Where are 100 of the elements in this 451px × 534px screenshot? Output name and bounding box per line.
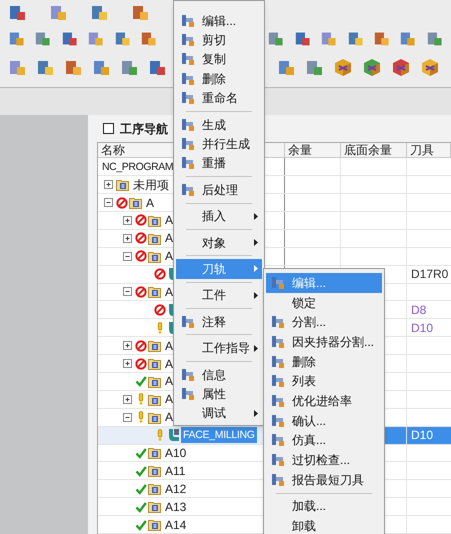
- menu-item[interactable]: 重播: [176, 154, 262, 174]
- tool-icon: [181, 91, 195, 106]
- tool-icon: [181, 137, 195, 152]
- menu-item[interactable]: 工作指导: [176, 338, 262, 358]
- tree-toggle[interactable]: [123, 252, 132, 261]
- tool-icon: [181, 156, 195, 170]
- column-header[interactable]: 刀具: [407, 143, 451, 158]
- tool-icon: [181, 14, 195, 28]
- menu-item[interactable]: 注释: [176, 312, 262, 332]
- menu-item[interactable]: 属性: [176, 384, 262, 404]
- menu-item[interactable]: 调试: [176, 404, 262, 424]
- tool-icon: [181, 33, 195, 48]
- tree-toggle[interactable]: [123, 412, 132, 422]
- cube-icon[interactable]: [362, 58, 382, 76]
- tree-item-label[interactable]: NC_PROGRAM: [100, 158, 176, 175]
- toolbar-icon[interactable]: [49, 3, 68, 22]
- tree-item-label[interactable]: A: [163, 230, 176, 246]
- tool-icon: [271, 394, 285, 408]
- folder-icon: [148, 446, 161, 460]
- tool-name: D8: [411, 302, 426, 319]
- tree-item-label[interactable]: A: [163, 248, 176, 264]
- menu-item[interactable]: 删除: [266, 352, 382, 372]
- menu-item[interactable]: 锁定: [266, 292, 382, 312]
- panel-title: 工序导航: [120, 120, 168, 138]
- menu-item[interactable]: 列表: [266, 371, 382, 392]
- tool-icon: [271, 453, 285, 468]
- menu-item[interactable]: 重命名: [176, 88, 262, 108]
- column-header[interactable]: 底面余量: [341, 143, 407, 158]
- folder-icon: [148, 357, 161, 370]
- tree-item-label[interactable]: A: [163, 409, 176, 426]
- toolbar-icon[interactable]: [131, 3, 150, 22]
- cube-icon[interactable]: [333, 58, 353, 76]
- menu-item[interactable]: 编辑...: [176, 11, 262, 30]
- menu-item[interactable]: 对象: [176, 232, 262, 252]
- cube-icon[interactable]: [391, 58, 411, 76]
- tree-item-label[interactable]: A: [163, 373, 176, 390]
- folder-icon: [148, 232, 161, 245]
- tree-toggle[interactable]: [104, 198, 113, 208]
- menu-item[interactable]: 加载...: [266, 496, 382, 516]
- tool-icon: [181, 52, 195, 66]
- menu-item[interactable]: 生成: [176, 114, 262, 134]
- tool-icon: [181, 118, 195, 132]
- menu-item[interactable]: 复制: [176, 50, 262, 70]
- folder-icon: [148, 464, 161, 478]
- tool-icon: [181, 72, 195, 86]
- tool-icon: [271, 414, 285, 428]
- tool-icon: [271, 433, 285, 448]
- panel-toggle-icon[interactable]: [103, 123, 114, 134]
- menu-item[interactable]: 确认...: [266, 410, 382, 430]
- tree-toggle[interactable]: [123, 341, 132, 350]
- folder-icon: [148, 285, 161, 298]
- tree-toggle[interactable]: [123, 216, 132, 225]
- tree-item-label[interactable]: A: [144, 194, 156, 211]
- column-header[interactable]: 余量: [285, 143, 341, 158]
- menu-item[interactable]: 插入: [176, 206, 262, 226]
- tree-toggle[interactable]: [123, 394, 132, 404]
- menu-item[interactable]: 删除: [176, 69, 262, 89]
- menu-item[interactable]: 并行生成: [176, 134, 262, 154]
- menu-item[interactable]: 后处理: [176, 180, 262, 200]
- folder-icon: [116, 178, 129, 192]
- menu-item[interactable]: 分割...: [266, 312, 382, 332]
- tree-item-label[interactable]: A11: [163, 462, 188, 479]
- tree-item-label[interactable]: A: [163, 284, 176, 300]
- toolbar-icon[interactable]: [90, 3, 109, 22]
- tree-toggle[interactable]: [123, 359, 132, 368]
- tool-icon: [271, 374, 285, 388]
- menu-item[interactable]: 信息: [176, 364, 262, 384]
- tree-item-label[interactable]: A: [163, 338, 176, 354]
- menu-item[interactable]: 工件: [176, 286, 262, 306]
- tree-item-label[interactable]: A12: [163, 480, 188, 497]
- tree-toggle[interactable]: [123, 234, 132, 243]
- tool-icon: [181, 386, 195, 401]
- toolbar-icon[interactable]: [8, 3, 27, 22]
- tool-icon: [271, 354, 285, 369]
- tree-item-label[interactable]: A14: [163, 516, 188, 533]
- tree-item-label[interactable]: A: [163, 356, 176, 372]
- tree-item-label[interactable]: 未用项: [131, 176, 171, 193]
- menu-item[interactable]: 报告最短刀具: [266, 470, 382, 490]
- menu-item[interactable]: 仿真...: [266, 430, 382, 450]
- tree-item-label[interactable]: A10: [163, 444, 188, 461]
- folder-icon: [148, 500, 161, 514]
- menu-item[interactable]: 因夹持器分割...: [266, 332, 382, 352]
- cutter-icon: [169, 429, 179, 442]
- cube-icon[interactable]: [420, 58, 440, 76]
- tool-icon: [181, 182, 195, 197]
- menu-item[interactable]: 优化进给率: [266, 391, 382, 411]
- folder-icon: [148, 518, 161, 532]
- tree-item-label[interactable]: A: [163, 212, 176, 228]
- menu-item[interactable]: 过切检查...: [266, 450, 382, 470]
- tree-item-label[interactable]: A13: [163, 498, 188, 515]
- tree-toggle[interactable]: [104, 180, 113, 190]
- tool-icon: [181, 314, 195, 329]
- tree-item-label[interactable]: A: [163, 391, 176, 408]
- menu-item[interactable]: 剪切: [176, 30, 262, 50]
- tool-name: D10: [411, 427, 434, 444]
- tree-toggle[interactable]: [123, 287, 132, 296]
- folder-icon: [148, 374, 161, 388]
- tool-name: D17R0: [411, 266, 448, 284]
- menu-item[interactable]: 卸载: [266, 516, 382, 534]
- folder-icon: [148, 339, 161, 352]
